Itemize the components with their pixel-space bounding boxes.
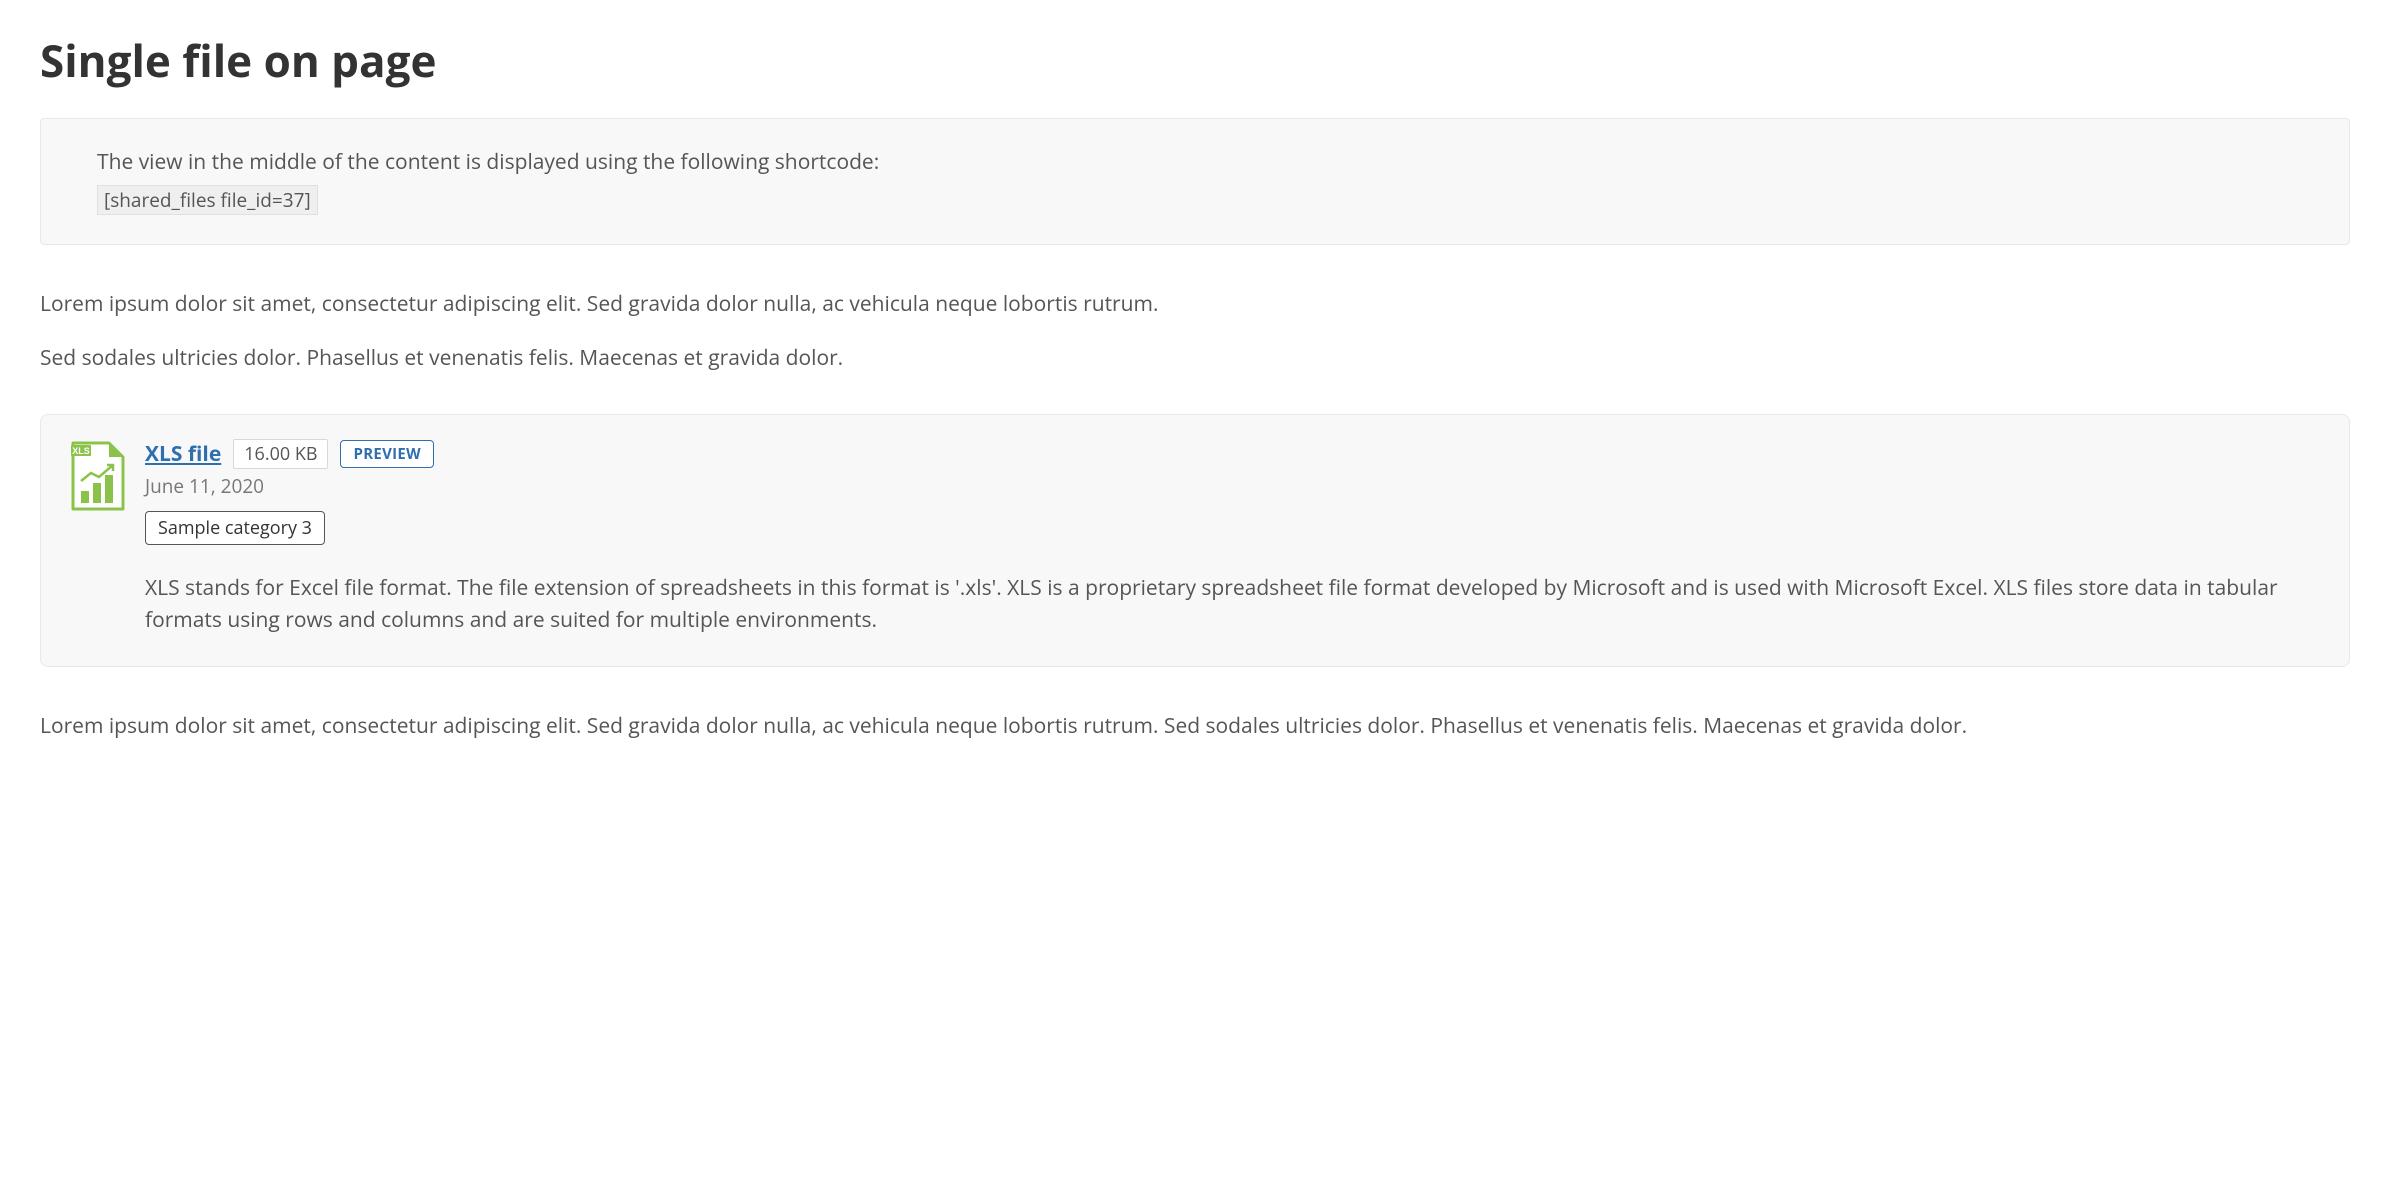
shortcode-text: [shared_files file_id=37] bbox=[97, 185, 318, 216]
shortcode-notice: The view in the middle of the content is… bbox=[40, 118, 2350, 245]
xls-file-icon: XLS bbox=[69, 441, 125, 513]
page-title: Single file on page bbox=[40, 30, 2350, 90]
notice-intro: The view in the middle of the content is… bbox=[97, 147, 2293, 179]
intro-paragraph-1: Lorem ipsum dolor sit amet, consectetur … bbox=[40, 289, 2350, 321]
file-body: XLS file 16.00 KB PREVIEW June 11, 2020 … bbox=[145, 439, 2321, 636]
outro-paragraph: Lorem ipsum dolor sit amet, consectetur … bbox=[40, 711, 2350, 743]
file-type-icon: XLS bbox=[69, 439, 125, 636]
file-size-badge: 16.00 KB bbox=[233, 439, 328, 469]
file-date: June 11, 2020 bbox=[145, 473, 2321, 499]
file-name-link[interactable]: XLS file bbox=[145, 440, 221, 468]
svg-text:XLS: XLS bbox=[72, 446, 90, 456]
preview-button[interactable]: PREVIEW bbox=[340, 440, 433, 468]
file-category-chip[interactable]: Sample category 3 bbox=[145, 511, 325, 545]
file-header-row: XLS file 16.00 KB PREVIEW bbox=[145, 439, 2321, 469]
intro-paragraph-2: Sed sodales ultricies dolor. Phasellus e… bbox=[40, 343, 2350, 375]
file-card: XLS XLS file 16.00 KB PREVIEW June 11, 2… bbox=[40, 414, 2350, 667]
file-description: XLS stands for Excel file format. The fi… bbox=[145, 573, 2321, 636]
